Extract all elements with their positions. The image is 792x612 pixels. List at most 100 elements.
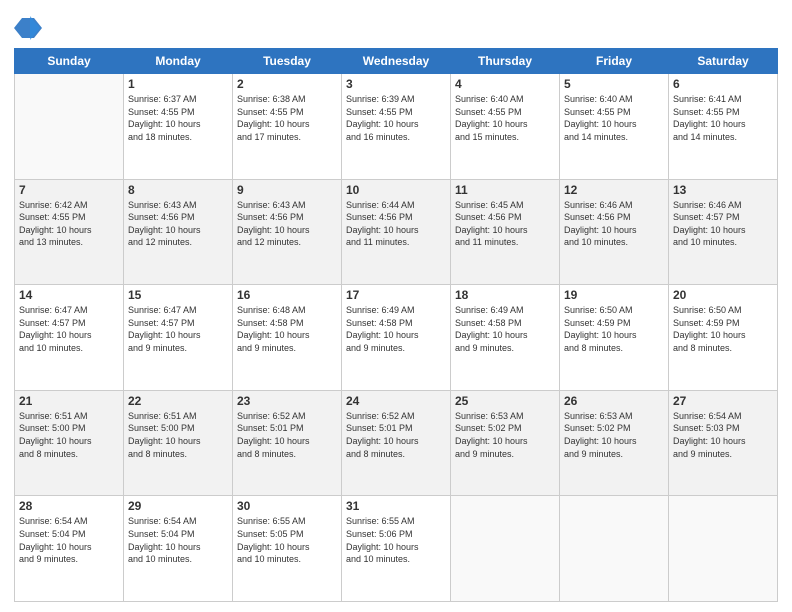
day-number: 11 xyxy=(455,183,555,197)
day-header-tuesday: Tuesday xyxy=(233,49,342,74)
day-number: 23 xyxy=(237,394,337,408)
calendar-cell xyxy=(451,496,560,602)
day-number: 15 xyxy=(128,288,228,302)
calendar-cell xyxy=(560,496,669,602)
calendar-cell: 24 Sunrise: 6:52 AM Sunset: 5:01 PM Dayli… xyxy=(342,390,451,496)
day-number: 8 xyxy=(128,183,228,197)
day-number: 2 xyxy=(237,77,337,91)
day-number: 26 xyxy=(564,394,664,408)
calendar-week-row: 28Sunrise: 6:54 AM Sunset: 5:04 PM Dayli… xyxy=(15,496,778,602)
day-info: Sunrise: 6:48 AM Sunset: 4:58 PM Dayligh… xyxy=(237,304,337,354)
day-info: Sunrise: 6:53 AM Sunset: 5:02 PM Dayligh… xyxy=(564,410,664,460)
day-info: Sunrise: 6:50 AM Sunset: 4:59 PM Dayligh… xyxy=(673,304,773,354)
day-info: Sunrise: 6:52 AM Sunset: 5:01 PM Dayligh… xyxy=(237,410,337,460)
day-number: 29 xyxy=(128,499,228,513)
day-number: 20 xyxy=(673,288,773,302)
calendar-cell: 29Sunrise: 6:54 AM Sunset: 5:04 PM Dayli… xyxy=(124,496,233,602)
day-number: 14 xyxy=(19,288,119,302)
header xyxy=(14,10,778,42)
day-info: Sunrise: 6:49 AM Sunset: 4:58 PM Dayligh… xyxy=(346,304,446,354)
day-header-friday: Friday xyxy=(560,49,669,74)
calendar-cell: 8 Sunrise: 6:43 AM Sunset: 4:56 PM Daylig… xyxy=(124,179,233,285)
day-number: 16 xyxy=(237,288,337,302)
calendar-cell: 20 Sunrise: 6:50 AM Sunset: 4:59 PM Dayli… xyxy=(669,285,778,391)
calendar-week-row: 1 Sunrise: 6:37 AM Sunset: 4:55 PM Daylig… xyxy=(15,74,778,180)
day-number: 4 xyxy=(455,77,555,91)
day-info: Sunrise: 6:39 AM Sunset: 4:55 PM Dayligh… xyxy=(346,93,446,143)
day-info: Sunrise: 6:47 AM Sunset: 4:57 PM Dayligh… xyxy=(128,304,228,354)
day-info: Sunrise: 6:52 AM Sunset: 5:01 PM Dayligh… xyxy=(346,410,446,460)
day-info: Sunrise: 6:47 AM Sunset: 4:57 PM Dayligh… xyxy=(19,304,119,354)
day-number: 7 xyxy=(19,183,119,197)
calendar-cell: 10Sunrise: 6:44 AM Sunset: 4:56 PM Dayli… xyxy=(342,179,451,285)
day-info: Sunrise: 6:38 AM Sunset: 4:55 PM Dayligh… xyxy=(237,93,337,143)
calendar-cell: 30 Sunrise: 6:55 AM Sunset: 5:05 PM Dayli… xyxy=(233,496,342,602)
calendar-cell: 4 Sunrise: 6:40 AM Sunset: 4:55 PM Daylig… xyxy=(451,74,560,180)
day-number: 13 xyxy=(673,183,773,197)
calendar-cell: 5Sunrise: 6:40 AM Sunset: 4:55 PM Daylig… xyxy=(560,74,669,180)
day-info: Sunrise: 6:55 AM Sunset: 5:05 PM Dayligh… xyxy=(237,515,337,565)
day-info: Sunrise: 6:37 AM Sunset: 4:55 PM Dayligh… xyxy=(128,93,228,143)
day-info: Sunrise: 6:51 AM Sunset: 5:00 PM Dayligh… xyxy=(19,410,119,460)
calendar-header-row: SundayMondayTuesdayWednesdayThursdayFrid… xyxy=(15,49,778,74)
day-info: Sunrise: 6:51 AM Sunset: 5:00 PM Dayligh… xyxy=(128,410,228,460)
day-number: 21 xyxy=(19,394,119,408)
day-info: Sunrise: 6:42 AM Sunset: 4:55 PM Dayligh… xyxy=(19,199,119,249)
day-info: Sunrise: 6:40 AM Sunset: 4:55 PM Dayligh… xyxy=(564,93,664,143)
day-info: Sunrise: 6:54 AM Sunset: 5:04 PM Dayligh… xyxy=(19,515,119,565)
calendar-cell: 15 Sunrise: 6:47 AM Sunset: 4:57 PM Dayli… xyxy=(124,285,233,391)
day-number: 6 xyxy=(673,77,773,91)
calendar-cell: 27 Sunrise: 6:54 AM Sunset: 5:03 PM Dayli… xyxy=(669,390,778,496)
calendar-cell: 23 Sunrise: 6:52 AM Sunset: 5:01 PM Dayli… xyxy=(233,390,342,496)
day-header-monday: Monday xyxy=(124,49,233,74)
calendar-cell: 12Sunrise: 6:46 AM Sunset: 4:56 PM Dayli… xyxy=(560,179,669,285)
calendar-cell: 3 Sunrise: 6:39 AM Sunset: 4:55 PM Daylig… xyxy=(342,74,451,180)
day-info: Sunrise: 6:53 AM Sunset: 5:02 PM Dayligh… xyxy=(455,410,555,460)
day-number: 25 xyxy=(455,394,555,408)
day-number: 24 xyxy=(346,394,446,408)
day-number: 17 xyxy=(346,288,446,302)
day-number: 30 xyxy=(237,499,337,513)
calendar-cell: 13Sunrise: 6:46 AM Sunset: 4:57 PM Dayli… xyxy=(669,179,778,285)
day-info: Sunrise: 6:54 AM Sunset: 5:03 PM Dayligh… xyxy=(673,410,773,460)
calendar-table: SundayMondayTuesdayWednesdayThursdayFrid… xyxy=(14,48,778,602)
calendar-cell: 14 Sunrise: 6:47 AM Sunset: 4:57 PM Dayli… xyxy=(15,285,124,391)
day-number: 27 xyxy=(673,394,773,408)
day-info: Sunrise: 6:45 AM Sunset: 4:56 PM Dayligh… xyxy=(455,199,555,249)
day-header-wednesday: Wednesday xyxy=(342,49,451,74)
calendar-cell: 18 Sunrise: 6:49 AM Sunset: 4:58 PM Dayli… xyxy=(451,285,560,391)
calendar-cell xyxy=(15,74,124,180)
day-number: 10 xyxy=(346,183,446,197)
page: SundayMondayTuesdayWednesdayThursdayFrid… xyxy=(0,0,792,612)
day-number: 3 xyxy=(346,77,446,91)
calendar-cell: 22 Sunrise: 6:51 AM Sunset: 5:00 PM Dayli… xyxy=(124,390,233,496)
calendar-cell: 21 Sunrise: 6:51 AM Sunset: 5:00 PM Dayli… xyxy=(15,390,124,496)
calendar-week-row: 14 Sunrise: 6:47 AM Sunset: 4:57 PM Dayli… xyxy=(15,285,778,391)
calendar-week-row: 21 Sunrise: 6:51 AM Sunset: 5:00 PM Dayli… xyxy=(15,390,778,496)
calendar-cell: 31Sunrise: 6:55 AM Sunset: 5:06 PM Dayli… xyxy=(342,496,451,602)
calendar-cell: 7 Sunrise: 6:42 AM Sunset: 4:55 PM Daylig… xyxy=(15,179,124,285)
day-info: Sunrise: 6:50 AM Sunset: 4:59 PM Dayligh… xyxy=(564,304,664,354)
day-number: 18 xyxy=(455,288,555,302)
day-info: Sunrise: 6:43 AM Sunset: 4:56 PM Dayligh… xyxy=(128,199,228,249)
day-info: Sunrise: 6:40 AM Sunset: 4:55 PM Dayligh… xyxy=(455,93,555,143)
calendar-cell: 19Sunrise: 6:50 AM Sunset: 4:59 PM Dayli… xyxy=(560,285,669,391)
day-number: 9 xyxy=(237,183,337,197)
calendar-cell xyxy=(669,496,778,602)
logo xyxy=(14,14,46,42)
day-number: 1 xyxy=(128,77,228,91)
calendar-cell: 6 Sunrise: 6:41 AM Sunset: 4:55 PM Daylig… xyxy=(669,74,778,180)
calendar-cell: 26 Sunrise: 6:53 AM Sunset: 5:02 PM Dayli… xyxy=(560,390,669,496)
calendar-cell: 1 Sunrise: 6:37 AM Sunset: 4:55 PM Daylig… xyxy=(124,74,233,180)
day-header-sunday: Sunday xyxy=(15,49,124,74)
calendar-cell: 28Sunrise: 6:54 AM Sunset: 5:04 PM Dayli… xyxy=(15,496,124,602)
calendar-cell: 11 Sunrise: 6:45 AM Sunset: 4:56 PM Dayli… xyxy=(451,179,560,285)
logo-icon xyxy=(14,14,42,42)
day-number: 22 xyxy=(128,394,228,408)
day-header-thursday: Thursday xyxy=(451,49,560,74)
day-info: Sunrise: 6:49 AM Sunset: 4:58 PM Dayligh… xyxy=(455,304,555,354)
calendar-week-row: 7 Sunrise: 6:42 AM Sunset: 4:55 PM Daylig… xyxy=(15,179,778,285)
day-header-saturday: Saturday xyxy=(669,49,778,74)
calendar-cell: 25 Sunrise: 6:53 AM Sunset: 5:02 PM Dayli… xyxy=(451,390,560,496)
day-info: Sunrise: 6:41 AM Sunset: 4:55 PM Dayligh… xyxy=(673,93,773,143)
